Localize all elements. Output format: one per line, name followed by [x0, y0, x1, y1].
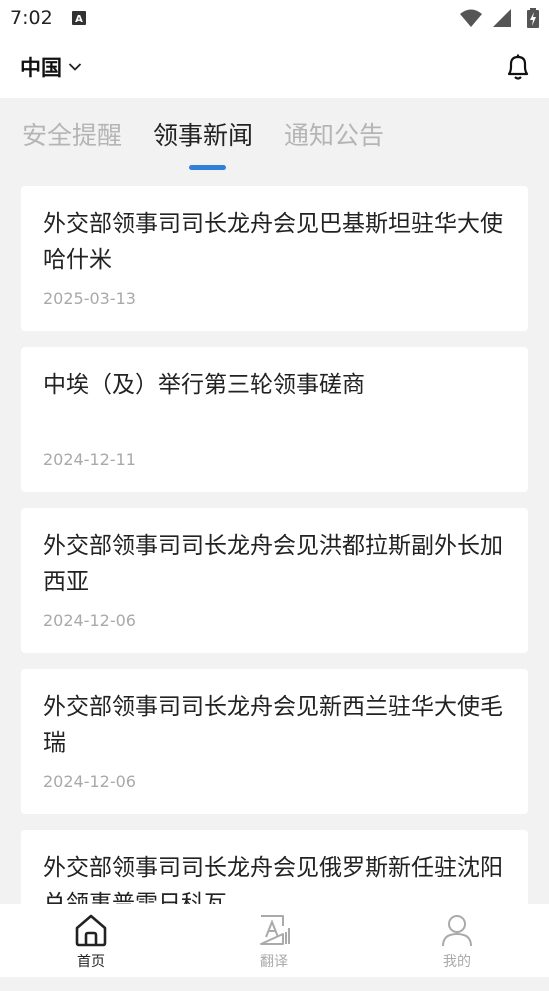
news-title: 中埃（及）举行第三轮领事磋商	[43, 372, 365, 398]
user-icon	[442, 915, 472, 947]
bottom-navigation: 首页 翻译 我的	[0, 904, 549, 977]
news-date: 2024-12-11	[43, 450, 136, 469]
cellular-signal-icon	[493, 9, 511, 27]
wifi-icon	[460, 9, 482, 27]
nav-mine-label: 我的	[443, 954, 471, 970]
status-bar: 7:02 A	[0, 0, 549, 36]
bell-icon[interactable]	[505, 53, 531, 81]
nav-home-label: 首页	[77, 954, 105, 970]
news-list: 外交部领事司司长龙舟会见巴基斯坦驻华大使哈什米 2025-03-13 中埃（及）…	[21, 186, 528, 991]
app-header: 中国	[0, 36, 549, 98]
region-label: 中国	[20, 56, 62, 80]
tab-notices[interactable]: 通知公告	[284, 116, 384, 152]
category-tabs: 安全提醒 领事新闻 通知公告	[0, 98, 549, 178]
nav-translate-label: 翻译	[260, 954, 288, 970]
news-title: 外交部领事司司长龙舟会见巴基斯坦驻华大使哈什米	[43, 211, 503, 273]
news-date: 2024-12-06	[43, 611, 136, 630]
news-card[interactable]: 外交部领事司司长龙舟会见新西兰驻华大使毛瑞 2024-12-06	[21, 669, 528, 814]
news-card[interactable]: 外交部领事司司长龙舟会见巴基斯坦驻华大使哈什米 2025-03-13	[21, 186, 528, 331]
tab-consular-news[interactable]: 领事新闻	[153, 116, 253, 152]
region-selector[interactable]: 中国	[20, 52, 82, 82]
status-time: 7:02	[10, 7, 53, 29]
news-date: 2024-12-06	[43, 772, 136, 791]
news-card[interactable]: 外交部领事司司长龙舟会见洪都拉斯副外长加西亚 2024-12-06	[21, 508, 528, 653]
nav-translate[interactable]: 翻译	[214, 904, 334, 977]
news-title: 外交部领事司司长龙舟会见洪都拉斯副外长加西亚	[43, 533, 503, 595]
news-date: 2025-03-13	[43, 289, 136, 308]
notification-a-icon: A	[72, 11, 86, 25]
home-icon	[75, 914, 107, 947]
svg-text:A: A	[75, 14, 83, 25]
nav-mine[interactable]: 我的	[397, 904, 517, 977]
news-card[interactable]: 中埃（及）举行第三轮领事磋商 2024-12-11	[21, 347, 528, 492]
tab-safety-reminder[interactable]: 安全提醒	[22, 116, 122, 152]
chevron-down-icon	[68, 63, 82, 71]
news-title: 外交部领事司司长龙舟会见新西兰驻华大使毛瑞	[43, 694, 503, 756]
translate-icon	[260, 915, 290, 945]
nav-home[interactable]: 首页	[31, 904, 151, 977]
active-tab-indicator	[189, 165, 226, 170]
battery-charging-icon	[527, 8, 539, 28]
